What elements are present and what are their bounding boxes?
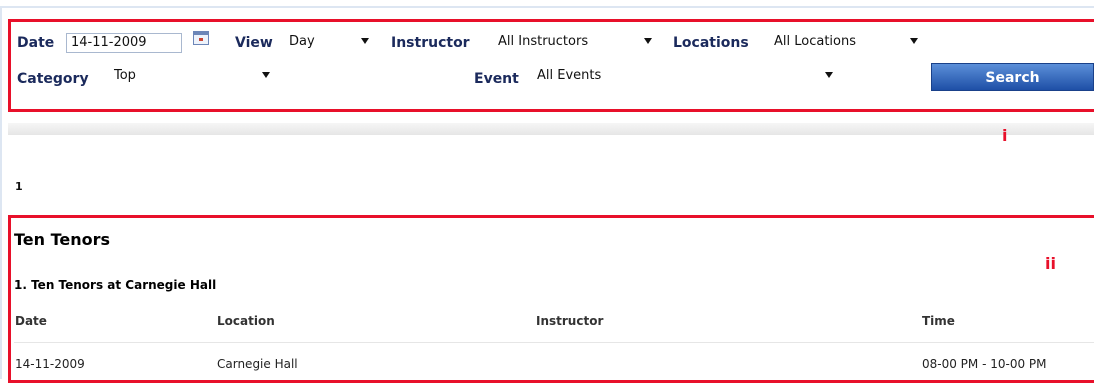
event-select-value: All Events	[537, 68, 602, 83]
search-button[interactable]: Search	[931, 63, 1094, 91]
category-select[interactable]: Top	[110, 67, 274, 87]
row-divider	[14, 342, 1094, 343]
date-input[interactable]: 14-11-2009	[66, 33, 182, 53]
annotation-marker-ii: ii	[1045, 254, 1056, 273]
instructor-select-value: All Instructors	[498, 34, 589, 49]
category-select-value: Top	[114, 68, 136, 83]
calendar-icon[interactable]	[193, 31, 209, 45]
event-select[interactable]: All Events	[533, 67, 837, 87]
column-header-instructor: Instructor	[536, 314, 604, 328]
row-time: 08-00 PM - 10-00 PM	[922, 357, 1047, 371]
pagination-link[interactable]: 1	[15, 180, 23, 193]
view-select[interactable]: Day	[285, 33, 373, 53]
top-border	[0, 6, 1094, 8]
event-label: Event	[474, 71, 519, 87]
event-subtitle: 1. Ten Tenors at Carnegie Hall	[14, 278, 217, 292]
left-border	[0, 6, 2, 379]
view-select-value: Day	[289, 34, 315, 49]
chevron-down-icon	[262, 72, 270, 78]
event-title: Ten Tenors	[14, 230, 111, 249]
locations-label: Locations	[673, 35, 749, 51]
column-header-location: Location	[217, 314, 275, 328]
chevron-down-icon	[910, 38, 918, 44]
row-location: Carnegie Hall	[217, 357, 298, 371]
instructor-label: Instructor	[391, 35, 470, 51]
view-label: View	[235, 35, 273, 51]
column-header-time: Time	[922, 314, 955, 328]
annotation-marker-i: i	[1002, 126, 1008, 145]
separator-band	[8, 123, 1094, 135]
locations-select-value: All Locations	[774, 34, 857, 49]
instructor-select[interactable]: All Instructors	[494, 33, 656, 53]
date-label: Date	[17, 35, 55, 51]
chevron-down-icon	[644, 38, 652, 44]
chevron-down-icon	[825, 72, 833, 78]
category-label: Category	[17, 71, 89, 87]
chevron-down-icon	[361, 38, 369, 44]
column-header-date: Date	[15, 314, 47, 328]
row-date: 14-11-2009	[15, 357, 85, 371]
locations-select[interactable]: All Locations	[770, 33, 922, 53]
